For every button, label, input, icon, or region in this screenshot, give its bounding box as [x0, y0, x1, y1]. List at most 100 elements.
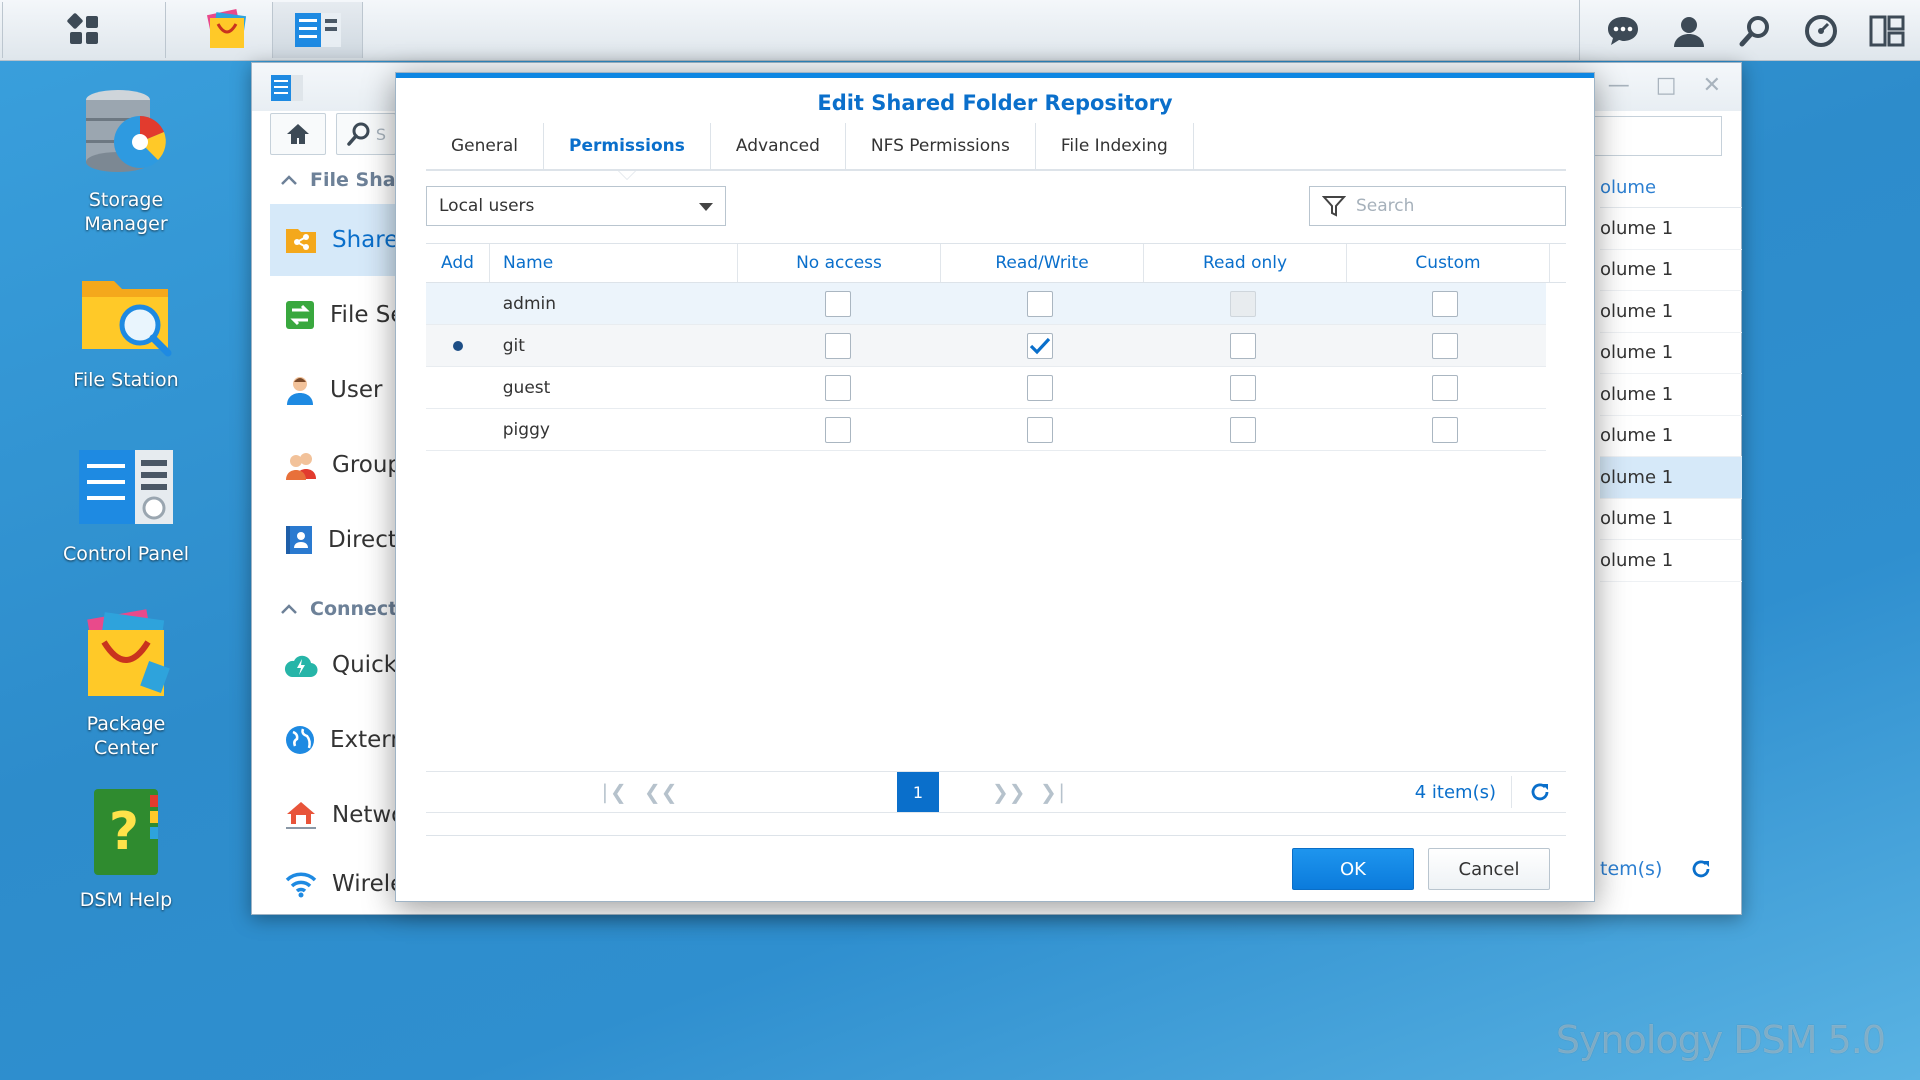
user-icon	[1674, 16, 1704, 47]
desktop-icon-label: DSM Help	[79, 889, 173, 911]
no-access-checkbox[interactable]	[825, 290, 852, 317]
home-button[interactable]	[270, 113, 326, 155]
current-page-button[interactable]: 1	[897, 772, 939, 812]
custom-checkbox[interactable]	[1431, 332, 1458, 359]
desktop-icon-package-center[interactable]: Package Center	[36, 606, 216, 760]
main-menu-button[interactable]	[2, 2, 166, 58]
window-controls: — □ ✕	[1608, 73, 1721, 98]
no-access-checkbox[interactable]	[825, 416, 852, 443]
read-write-checkbox[interactable]	[1027, 374, 1054, 401]
sidebar-item-label: Extern	[330, 727, 405, 753]
tab-advanced[interactable]: Advanced	[711, 123, 846, 169]
list-item[interactable]: olume 1	[1600, 374, 1742, 416]
search-button[interactable]	[1722, 3, 1788, 59]
refresh-icon[interactable]	[1529, 781, 1551, 803]
search-input[interactable]	[1356, 196, 1546, 216]
add-cell	[426, 283, 490, 324]
file-station-icon	[82, 281, 172, 357]
dropdown-value: Local users	[439, 196, 535, 216]
no-access-cell	[737, 409, 939, 450]
control-panel-icon	[294, 13, 341, 47]
table-row[interactable]: admin	[426, 283, 1546, 325]
list-item[interactable]: olume 1	[1600, 540, 1742, 582]
chevron-up-icon	[281, 175, 297, 185]
desktop-icon-label: Package Center	[86, 713, 166, 759]
ok-button[interactable]: OK	[1292, 848, 1414, 890]
no-access-checkbox[interactable]	[825, 374, 852, 401]
list-item[interactable]: olume 1	[1600, 499, 1742, 540]
refresh-icon[interactable]	[1690, 858, 1712, 880]
add-cell	[426, 409, 490, 450]
desktop-icon-file-station[interactable]: File Station	[36, 262, 216, 392]
control-panel-small-icon	[271, 75, 303, 101]
list-item[interactable]: olume 1	[1600, 457, 1742, 499]
table-header: Add Name No access Read/Write Read only …	[426, 243, 1566, 283]
read-only-checkbox[interactable]	[1229, 332, 1256, 359]
widgets-icon	[1869, 15, 1905, 46]
read-write-checkbox[interactable]	[1027, 416, 1054, 443]
column-header-no-access[interactable]: No access	[738, 244, 941, 282]
tab-nfs-permissions[interactable]: NFS Permissions	[846, 123, 1036, 169]
column-header-custom[interactable]: Custom	[1347, 244, 1550, 282]
table-row[interactable]: guest	[426, 367, 1546, 409]
column-header-read-only[interactable]: Read only	[1144, 244, 1347, 282]
user-type-dropdown[interactable]: Local users	[426, 186, 726, 226]
list-item[interactable]: olume 1	[1600, 291, 1742, 333]
resource-monitor-button[interactable]	[1788, 3, 1854, 59]
column-header-read-write[interactable]: Read/Write	[941, 244, 1144, 282]
custom-cell	[1344, 409, 1546, 450]
checkmark-icon	[1030, 337, 1051, 354]
read-only-cell	[1141, 367, 1343, 408]
no-access-checkbox[interactable]	[825, 332, 852, 359]
footer-divider	[426, 835, 1566, 836]
shared-folder-list: olume olume 1 olume 1 olume 1 olume 1 ol…	[1600, 168, 1742, 582]
maximize-icon[interactable]: □	[1656, 73, 1677, 98]
next-page-icon[interactable]: ❯❯	[992, 780, 1026, 804]
read-only-cell	[1141, 283, 1343, 324]
taskbar-package-center[interactable]	[183, 2, 273, 58]
column-header-add[interactable]: Add	[426, 244, 490, 282]
notifications-button[interactable]	[1590, 3, 1656, 59]
read-only-checkbox[interactable]	[1229, 416, 1256, 443]
column-header-name[interactable]: Name	[490, 244, 738, 282]
tab-file-indexing[interactable]: File Indexing	[1036, 123, 1194, 169]
user-name: piggy	[502, 419, 550, 440]
read-write-checkbox[interactable]	[1027, 332, 1054, 359]
control-panel-search[interactable]: S	[336, 113, 396, 155]
custom-checkbox[interactable]	[1431, 290, 1458, 317]
previous-page-icon[interactable]: ❮❮	[644, 780, 678, 804]
read-only-checkbox[interactable]	[1229, 374, 1256, 401]
desktop-icon-dsm-help[interactable]: ? DSM Help	[36, 782, 216, 912]
close-icon[interactable]: ✕	[1703, 73, 1721, 98]
last-page-icon[interactable]: ❯∣	[1040, 780, 1067, 804]
list-item[interactable]: olume 1	[1600, 416, 1742, 457]
cancel-button[interactable]: Cancel	[1428, 848, 1550, 890]
widgets-button[interactable]	[1854, 3, 1920, 59]
section-connectivity[interactable]: Connect	[280, 598, 397, 620]
tab-permissions[interactable]: Permissions	[544, 123, 711, 180]
dialog-accent-bar	[396, 73, 1594, 78]
table-row[interactable]: git	[426, 325, 1546, 367]
custom-checkbox[interactable]	[1431, 374, 1458, 401]
chevron-down-icon	[699, 203, 713, 211]
minimize-icon[interactable]: —	[1608, 73, 1630, 98]
user-menu-button[interactable]	[1656, 3, 1722, 59]
desktop-icon-label: Storage Manager	[84, 189, 168, 235]
desktop-icon-label: File Station	[73, 369, 179, 391]
first-page-icon[interactable]: ∣❮	[600, 780, 627, 804]
list-item[interactable]: olume 1	[1600, 250, 1742, 291]
custom-checkbox[interactable]	[1431, 416, 1458, 443]
search-icon	[347, 122, 370, 146]
table-row[interactable]: piggy	[426, 409, 1546, 451]
user-search-box[interactable]	[1309, 186, 1566, 226]
taskbar	[0, 0, 1920, 61]
list-item[interactable]: olume 1	[1600, 333, 1742, 374]
read-write-checkbox[interactable]	[1027, 290, 1054, 317]
desktop-icon-storage-manager[interactable]: Storage Manager	[36, 82, 216, 236]
column-header-volume[interactable]: olume	[1600, 168, 1742, 208]
taskbar-control-panel[interactable]	[273, 2, 363, 58]
list-item[interactable]: olume 1	[1600, 208, 1742, 250]
tab-general[interactable]: General	[426, 123, 544, 169]
section-file-sharing[interactable]: File Shar	[280, 169, 405, 191]
desktop-icon-control-panel[interactable]: Control Panel	[36, 436, 216, 566]
